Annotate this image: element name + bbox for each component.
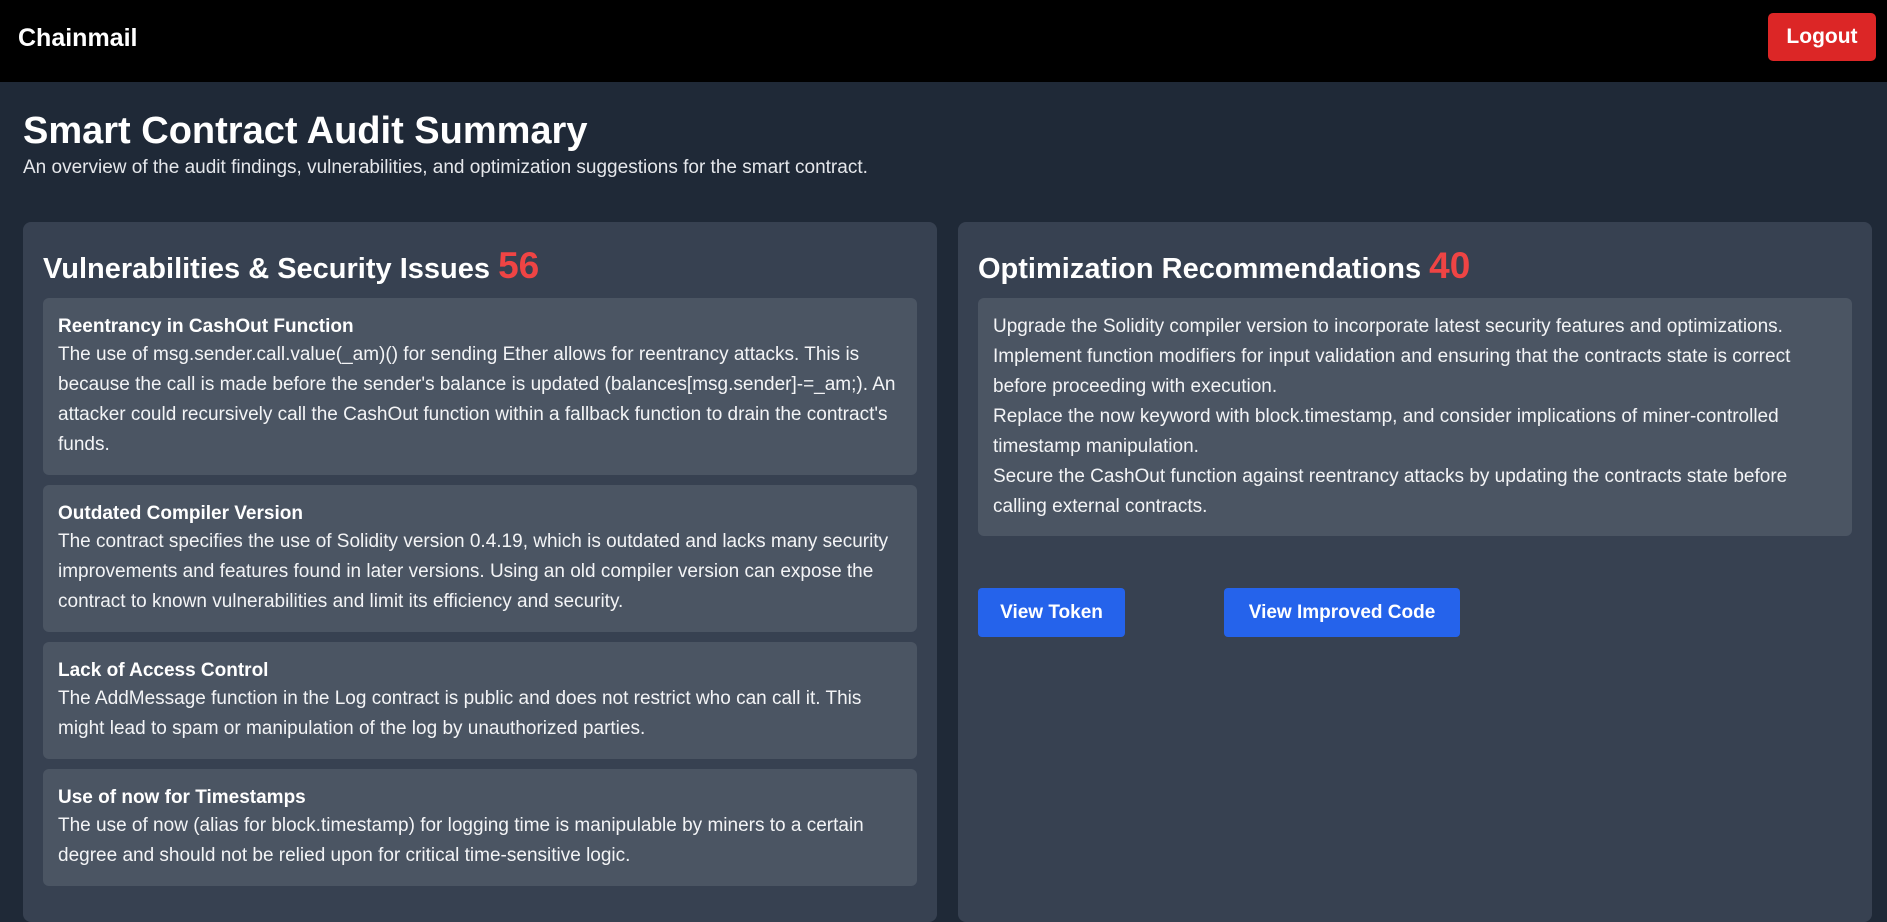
optimization-item: Upgrade the Solidity compiler version to… xyxy=(993,316,1783,337)
vulnerabilities-count: 56 xyxy=(498,245,540,286)
vulnerability-card-compiler-version: Outdated Compiler Version The contract s… xyxy=(43,485,917,632)
brand-logo-text[interactable]: Chainmail xyxy=(18,24,137,52)
top-navbar: Chainmail Logout xyxy=(0,0,1887,82)
logout-button[interactable]: Logout xyxy=(1768,13,1876,61)
view-improved-code-button[interactable]: View Improved Code xyxy=(1224,588,1460,637)
vulnerability-list: Reentrancy in CashOut Function The use o… xyxy=(43,298,917,896)
page-subtitle: An overview of the audit findings, vulne… xyxy=(23,157,868,178)
optimization-item: Implement function modifiers for input v… xyxy=(993,346,1791,397)
page-header: Smart Contract Audit Summary An overview… xyxy=(23,108,1823,180)
optimizations-count: 40 xyxy=(1429,245,1471,286)
vulnerabilities-heading: Vulnerabilities & Security Issues 56 xyxy=(43,246,539,289)
optimizations-panel: Optimization Recommendations 40 Upgrade … xyxy=(958,222,1872,922)
optimization-list: Upgrade the Solidity compiler version to… xyxy=(978,298,1852,536)
vulnerability-description: The AddMessage function in the Log contr… xyxy=(58,688,862,739)
optimization-item: Replace the now keyword with block.times… xyxy=(993,406,1779,457)
vulnerability-description: The use of now (alias for block.timestam… xyxy=(58,815,864,866)
vulnerability-card-timestamps: Use of now for Timestamps The use of now… xyxy=(43,769,917,886)
optimizations-heading-text: Optimization Recommendations xyxy=(978,253,1422,285)
vulnerability-title: Use of now for Timestamps xyxy=(58,787,306,808)
optimization-item: Secure the CashOut function against reen… xyxy=(993,466,1788,517)
vulnerability-description: The use of msg.sender.call.value(_am)() … xyxy=(58,344,896,455)
vulnerability-title: Lack of Access Control xyxy=(58,660,269,681)
view-token-button[interactable]: View Token xyxy=(978,588,1125,637)
page-title: Smart Contract Audit Summary xyxy=(23,110,588,152)
vulnerability-card-reentrancy: Reentrancy in CashOut Function The use o… xyxy=(43,298,917,475)
optimizations-heading: Optimization Recommendations 40 xyxy=(978,246,1470,289)
vulnerability-title: Outdated Compiler Version xyxy=(58,503,303,524)
vulnerability-title: Reentrancy in CashOut Function xyxy=(58,316,354,337)
vulnerability-card-access-control: Lack of Access Control The AddMessage fu… xyxy=(43,642,917,759)
vulnerabilities-panel: Vulnerabilities & Security Issues 56 Ree… xyxy=(23,222,937,922)
vulnerabilities-heading-text: Vulnerabilities & Security Issues xyxy=(43,253,490,285)
vulnerability-description: The contract specifies the use of Solidi… xyxy=(58,531,889,612)
